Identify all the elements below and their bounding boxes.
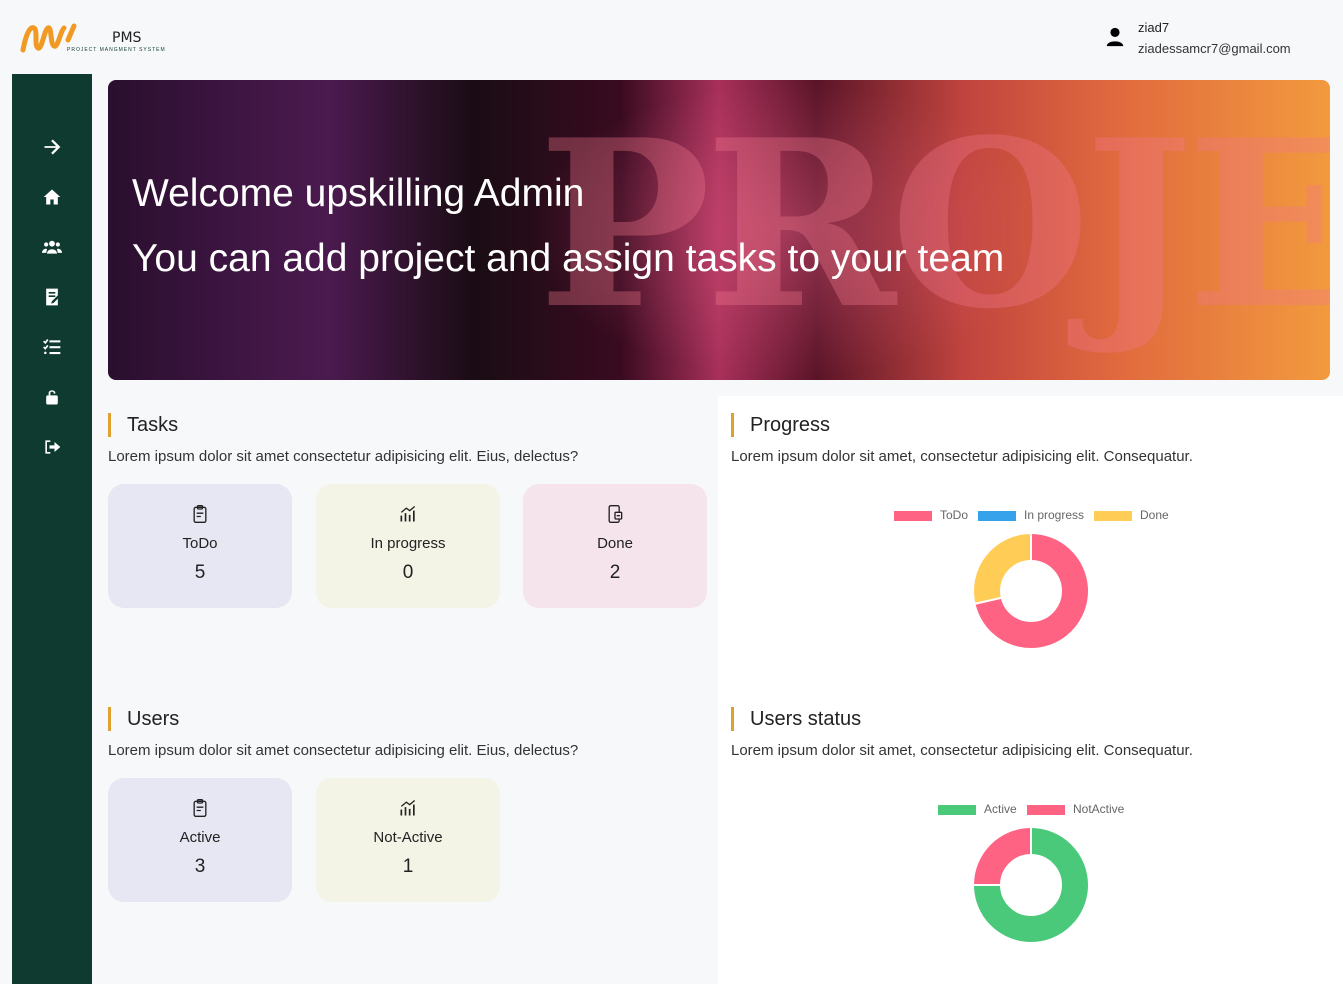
legend-label-active[interactable]: Active (984, 802, 1017, 816)
legend-swatch-todo[interactable] (894, 511, 932, 521)
top-bar: PMS PROJECT MANGMENT SYSTEM ziad7 ziades… (0, 0, 1343, 74)
sidebar-item-home[interactable] (36, 181, 68, 213)
home-icon (43, 189, 61, 205)
tasks-done-label: Done (597, 535, 633, 552)
legend-swatch-not-active[interactable] (1027, 805, 1065, 815)
sidebar-item-expand[interactable] (36, 131, 68, 163)
progress-slice-done[interactable] (972, 531, 1032, 606)
tasks-done-count: 2 (609, 562, 621, 583)
legend-label-not-active[interactable]: NotActive (1073, 802, 1124, 816)
users-section-description: Lorem ipsum dolor sit amet consectetur a… (108, 742, 579, 759)
legend-swatch-done[interactable] (1094, 511, 1132, 521)
tasks-todo-count: 5 (194, 562, 206, 583)
clipboard-icon (193, 505, 207, 523)
sidebar-item-projects[interactable] (36, 281, 68, 313)
banner-welcome-text: Welcome upskilling Admin (132, 172, 585, 215)
sidebar-item-users[interactable] (36, 231, 68, 263)
legend-label-done[interactable]: Done (1140, 508, 1169, 522)
tasks-in-progress-label: In progress (370, 535, 446, 552)
users-section-title: Users (108, 707, 179, 731)
unlock-icon (46, 390, 58, 405)
legend-swatch-in-progress[interactable] (978, 511, 1016, 521)
clipboard-icon (193, 799, 207, 817)
banner-subtitle-text: You can add project and assign tasks to … (132, 237, 1005, 280)
users-status-section-title: Users status (731, 707, 861, 731)
tasks-in-progress-count: 0 (402, 562, 414, 583)
legend-swatch-active[interactable] (938, 805, 976, 815)
user-profile[interactable]: ziad7 ziadessamcr7@gmail.com (1104, 18, 1334, 62)
users-status-donut-chart[interactable] (971, 825, 1091, 945)
legend-label-in-progress[interactable]: In progress (1024, 508, 1084, 522)
sidebar-item-change-password[interactable] (36, 381, 68, 413)
welcome-banner: PROJECTS Welcome upskilling Admin You ca… (108, 80, 1330, 380)
app-logo[interactable]: PMS PROJECT MANGMENT SYSTEM (20, 20, 180, 60)
tasks-todo-card[interactable]: ToDo 5 (108, 484, 292, 608)
projects-icon (46, 288, 61, 306)
sidebar-item-logout[interactable] (36, 431, 68, 463)
users-icon (42, 240, 62, 254)
sidebar (12, 74, 92, 984)
sidebar-item-tasks[interactable] (36, 331, 68, 363)
phone-check-icon (608, 505, 623, 523)
users-active-card[interactable]: Active 3 (108, 778, 292, 902)
arrow-right-icon (44, 139, 61, 155)
tasks-section-title: Tasks (108, 413, 178, 437)
users-status-section-description: Lorem ipsum dolor sit amet, consectetur … (731, 742, 1193, 759)
progress-donut-chart[interactable] (971, 531, 1091, 651)
users-not-active-card[interactable]: Not-Active 1 (316, 778, 500, 902)
logout-icon (45, 440, 61, 454)
banner-background-word: PROJECTS (538, 90, 1330, 360)
logo-title: PMS (112, 30, 142, 46)
user-email: ziadessamcr7@gmail.com (1138, 41, 1291, 56)
chart-up-icon (400, 799, 416, 816)
logo-subtitle: PROJECT MANGMENT SYSTEM (67, 47, 166, 53)
user-icon (1106, 27, 1124, 47)
task-list-icon (43, 339, 61, 355)
progress-section-description: Lorem ipsum dolor sit amet, consectetur … (731, 448, 1193, 465)
tasks-todo-label: ToDo (182, 535, 218, 552)
chart-up-icon (400, 505, 416, 522)
users-active-count: 3 (194, 856, 206, 877)
progress-section-title: Progress (731, 413, 830, 437)
users-status-slice-notactive[interactable] (971, 825, 1032, 886)
users-not-active-label: Not-Active (373, 829, 443, 846)
legend-label-todo[interactable]: ToDo (940, 508, 968, 522)
users-active-label: Active (179, 829, 221, 846)
user-name: ziad7 (1138, 20, 1170, 35)
tasks-section-description: Lorem ipsum dolor sit amet consectetur a… (108, 448, 579, 465)
tasks-done-card[interactable]: Done 2 (523, 484, 707, 608)
users-not-active-count: 1 (402, 856, 414, 877)
tasks-in-progress-card[interactable]: In progress 0 (316, 484, 500, 608)
